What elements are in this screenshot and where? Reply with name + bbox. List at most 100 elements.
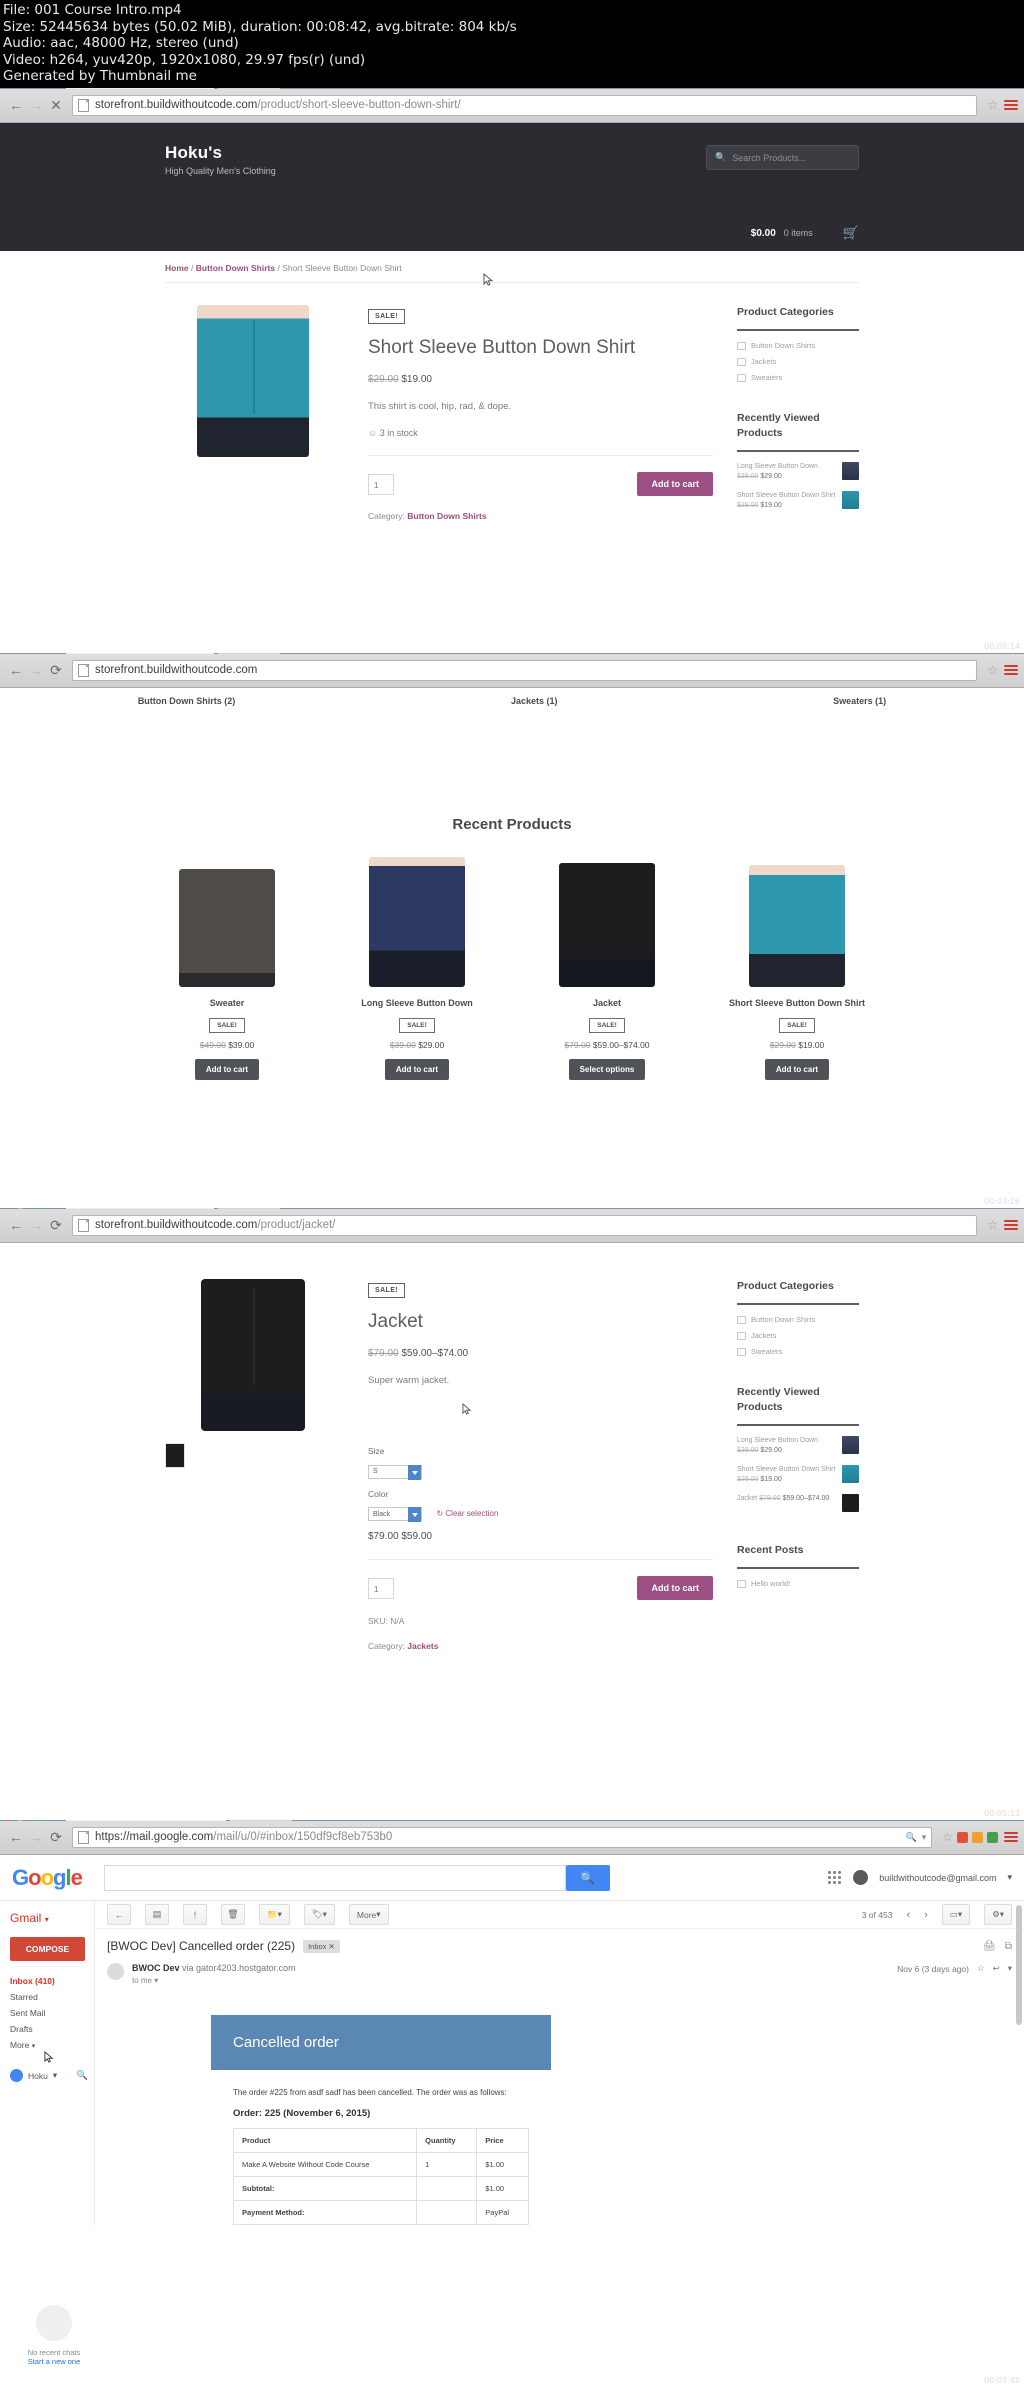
add-to-cart-button[interactable]: Add to cart	[764, 1059, 830, 1080]
address-bar[interactable]: storefront.buildwithoutcode.com/product/…	[72, 1214, 978, 1236]
avatar[interactable]	[853, 1870, 869, 1885]
bookmark-star-icon[interactable]: ☆	[942, 1830, 953, 1844]
move-to-button[interactable]: 📁▾	[259, 1904, 290, 1925]
labels-button[interactable]: 🏷▾	[303, 1904, 335, 1925]
add-to-cart-button[interactable]: Add to cart	[384, 1059, 450, 1080]
sidebar-item-sent-mail[interactable]: Sent Mail	[10, 2005, 94, 2021]
forward-icon[interactable]: →	[26, 1829, 46, 1845]
older-icon[interactable]: ‹	[906, 1909, 910, 1921]
breadcrumb-category[interactable]: Button Down Shirts	[196, 263, 275, 273]
chrome-menu-icon[interactable]	[1004, 1830, 1018, 1844]
cart-summary[interactable]: $0.00 0 items 🛒	[751, 225, 859, 241]
product-image[interactable]	[165, 1279, 340, 1651]
print-icon[interactable]: 🖨	[983, 1941, 996, 1952]
sidebar-item-sweaters[interactable]: Sweaters	[737, 1347, 859, 1356]
gmail-label[interactable]: Gmail ▾	[10, 1911, 94, 1925]
address-bar[interactable]: storefront.buildwithoutcode.com/product/…	[72, 94, 978, 116]
apps-grid-icon[interactable]	[828, 1870, 842, 1885]
product-category-link[interactable]: Jackets	[407, 1641, 438, 1651]
gmail-search-button[interactable]: 🔍	[565, 1864, 610, 1891]
display-density-button[interactable]: ▭▾	[941, 1904, 971, 1925]
search-icon[interactable]: 🔍	[905, 1832, 916, 1843]
browser-tab-active[interactable]: Hoku's | High Quality Men'...	[66, 653, 214, 654]
add-to-cart-button[interactable]: Add to cart	[637, 472, 713, 496]
back-to-inbox-button[interactable]: ←	[107, 1904, 131, 1925]
gmail-search-input[interactable]	[103, 1864, 566, 1891]
browser-tab-active[interactable]: [BWOC Dev] Cancelled order...	[66, 1820, 226, 1821]
sidebar-item-jackets[interactable]: Jackets	[737, 1331, 859, 1340]
bookmark-star-icon[interactable]: ☆	[987, 98, 998, 112]
archive-button[interactable]: ▤	[145, 1904, 169, 1925]
forward-icon[interactable]: →	[26, 1217, 46, 1233]
back-icon[interactable]: ←	[6, 662, 26, 678]
product-image[interactable]	[165, 305, 340, 521]
extension-icon-1[interactable]	[957, 1831, 968, 1843]
product-search-input[interactable]: 🔍 Search Products...	[706, 145, 859, 170]
chrome-menu-icon[interactable]	[1004, 98, 1018, 112]
sidebar-item-button-down-shirts[interactable]: Button Down Shirts	[737, 1315, 859, 1324]
sidebar-item-inbox[interactable]: Inbox (410)	[10, 1973, 94, 1989]
sidebar-item-more[interactable]: More ▾	[10, 2037, 94, 2053]
forward-icon[interactable]: →	[26, 97, 46, 113]
chat-search-icon[interactable]: 🔍	[77, 2070, 88, 2081]
recent-post-item[interactable]: Hello world!	[737, 1579, 859, 1588]
quantity-input[interactable]: 1	[368, 1577, 394, 1599]
browser-tab-active[interactable]: Jacket | Hoku's	[66, 1208, 214, 1209]
stop-icon[interactable]: ✕	[46, 97, 66, 114]
address-bar[interactable]: storefront.buildwithoutcode.com	[72, 659, 978, 681]
product-category-link[interactable]: Button Down Shirts	[407, 511, 486, 521]
add-to-cart-button[interactable]: Add to cart	[194, 1059, 260, 1080]
color-select[interactable]: Black	[368, 1507, 422, 1522]
product-card[interactable]: Jacket SALE! $79.00 $59.00–$74.00 Select…	[527, 857, 687, 1080]
sidebar-item-sweaters[interactable]: Sweaters	[737, 373, 859, 382]
recently-viewed-item[interactable]: Long Sleeve Button Down $39.00 $29.00	[737, 462, 859, 482]
chevron-down-icon[interactable]: ▾	[53, 2070, 57, 2081]
extension-icon-2[interactable]	[972, 1831, 983, 1843]
sidebar-item-jackets[interactable]: Jackets	[737, 357, 859, 366]
browser-tab-blank[interactable]	[218, 1208, 280, 1209]
recently-viewed-item[interactable]: Short Sleeve Button Down Shirt $29.00 $1…	[737, 491, 859, 511]
sidebar-item-starred[interactable]: Starred	[10, 1989, 94, 2005]
start-new-chat-link[interactable]: Start a new one	[14, 2357, 94, 2366]
more-button[interactable]: More ▾	[348, 1904, 389, 1925]
delete-button[interactable]: 🗑	[221, 1904, 245, 1925]
recently-viewed-item[interactable]: Short Sleeve Button Down Shirt $29.00 $1…	[737, 1465, 859, 1485]
chevron-down-icon[interactable]: ▾	[922, 1832, 927, 1843]
recently-viewed-item[interactable]: Long Sleeve Button Down $39.00 $29.00	[737, 1436, 859, 1456]
sidebar-item-drafts[interactable]: Drafts	[10, 2021, 94, 2037]
browser-tab-blank[interactable]	[218, 88, 280, 89]
settings-gear-icon[interactable]: ⚙▾	[984, 1904, 1012, 1925]
reload-icon[interactable]: ⟳	[46, 1829, 66, 1846]
chrome-menu-icon[interactable]	[1004, 1218, 1018, 1232]
chat-account-row[interactable]: Hoku ▾ 🔍	[10, 2069, 94, 2082]
product-thumbnail[interactable]	[165, 1443, 185, 1468]
chevron-down-icon[interactable]: ▾	[1007, 1872, 1012, 1883]
star-icon[interactable]: ☆	[977, 1963, 985, 1974]
address-bar[interactable]: https://mail.google.com/mail/u/0/#inbox/…	[72, 1826, 933, 1848]
add-to-cart-button[interactable]: Add to cart	[637, 1576, 713, 1600]
reload-icon[interactable]: ⟳	[46, 1217, 66, 1234]
reply-icon[interactable]: ↩	[993, 1963, 1000, 1974]
size-select[interactable]: S	[368, 1464, 422, 1480]
category-link-button-down-shirts[interactable]: Button Down Shirts (2)	[138, 696, 236, 706]
open-in-new-window-icon[interactable]: ⧉	[1005, 1941, 1012, 1952]
product-card[interactable]: Short Sleeve Button Down Shirt SALE! $29…	[717, 857, 877, 1080]
quantity-input[interactable]: 1	[368, 473, 394, 495]
category-link-sweaters[interactable]: Sweaters (1)	[833, 696, 886, 706]
browser-tab-active[interactable]: Hoku's | High Quality Men'...	[66, 88, 214, 89]
bookmark-star-icon[interactable]: ☆	[987, 1218, 998, 1232]
product-card[interactable]: Sweater SALE! $49.00 $39.00 Add to cart	[147, 857, 307, 1080]
back-icon[interactable]: ←	[6, 97, 26, 113]
cart-icon[interactable]: 🛒	[843, 225, 859, 241]
back-icon[interactable]: ←	[6, 1217, 26, 1233]
browser-tab-blank[interactable]	[230, 1820, 292, 1821]
newer-icon[interactable]: ›	[924, 1909, 928, 1921]
recently-viewed-item[interactable]: Jacket $79.00 $59.00–$74.00	[737, 1494, 859, 1512]
category-link-jackets[interactable]: Jackets (1)	[511, 696, 558, 706]
select-options-button[interactable]: Select options	[568, 1059, 646, 1080]
sidebar-item-button-down-shirts[interactable]: Button Down Shirts	[737, 341, 859, 350]
chrome-menu-icon[interactable]	[1004, 663, 1018, 677]
site-brand[interactable]: Hoku's High Quality Men's Clothing	[165, 143, 276, 176]
browser-tab-blank[interactable]	[218, 653, 280, 654]
back-icon[interactable]: ←	[6, 1829, 26, 1845]
